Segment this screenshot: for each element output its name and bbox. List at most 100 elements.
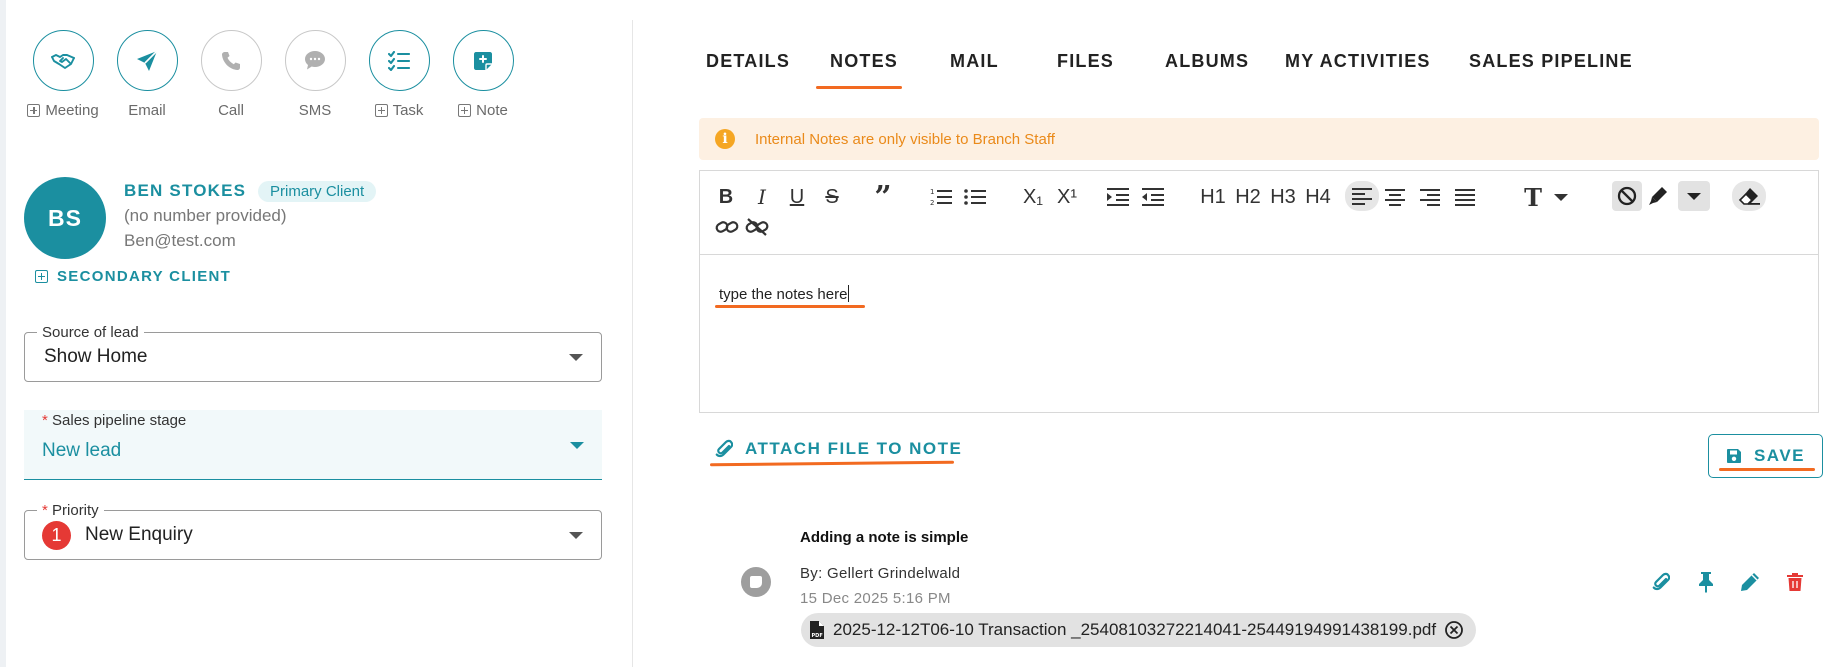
note-button[interactable] [452,30,514,91]
action-note[interactable]: Note [438,30,528,119]
editor-toolbar: B I U S ” 12 X₁ X¹ H1 H2 H3 H4 T [700,171,1818,255]
note-text: type the notes here [719,286,848,303]
source-of-lead-select[interactable]: Source of lead Show Home [24,324,602,382]
strike-glyph: S [825,185,839,208]
chevron-down-icon [1554,193,1568,201]
bold-glyph: B [718,185,734,208]
tab-mail[interactable]: MAIL [950,51,999,72]
heading-3-button[interactable]: H3 [1269,185,1297,209]
note-add-icon [474,51,492,70]
client-name[interactable]: BEN STOKES [124,181,246,201]
align-right-button[interactable] [1418,185,1442,209]
text-style-button[interactable]: T [1521,183,1545,212]
h3-glyph: H3 [1270,185,1296,208]
sms-button[interactable] [284,30,346,91]
note-edit-button[interactable] [1736,568,1764,596]
priority-select[interactable]: * Priority 1 New Enquiry [24,502,602,560]
highlight-button[interactable] [1645,183,1671,209]
app-root: Meeting Email Call SMS Task Note BS BEN … [0,0,1843,667]
heading-2-button[interactable]: H2 [1234,185,1262,209]
action-email[interactable]: Email [102,30,192,119]
note-author: By: Gellert Grindelwald [800,565,961,582]
tab-my-activities[interactable]: MY ACTIVITIES [1285,51,1431,72]
secondary-client-label: SECONDARY CLIENT [57,268,232,285]
superscript-button[interactable]: X¹ [1054,185,1080,209]
tab-sales-pipeline[interactable]: SALES PIPELINE [1469,51,1633,72]
plus-box-icon [35,270,48,283]
primary-client-badge: Primary Client [258,181,377,202]
align-justify-icon [1455,189,1475,206]
insert-link-button[interactable] [714,215,740,239]
pencil-icon [1741,573,1759,591]
action-meeting[interactable]: Meeting [18,30,108,119]
bullet-list-icon [964,189,986,205]
note-text-area[interactable]: type the notes here [719,285,850,303]
note-attachment-chip[interactable]: PDF 2025-12-12T06-10 Transaction _254081… [801,613,1477,647]
indent-icon [1107,188,1129,206]
blockquote-button[interactable]: ” [871,180,895,215]
dropdown-caret-icon [569,354,583,361]
subscript-button[interactable]: X₁ [1020,185,1046,209]
quote-icon: ” [874,179,892,215]
annotation-underline [709,460,955,467]
trash-icon [1787,573,1803,591]
bullet-list-button[interactable] [963,185,987,209]
indent-button[interactable] [1106,185,1130,209]
align-justify-button[interactable] [1453,185,1477,209]
phone-icon [222,51,240,70]
source-of-lead-label: Source of lead [37,324,144,341]
save-icon [1726,449,1741,463]
marker-icon [1649,187,1667,205]
note-pin-button[interactable] [1692,568,1720,596]
tab-albums[interactable]: ALBUMS [1165,51,1249,72]
ordered-list-icon: 12 [930,188,952,207]
remove-link-button[interactable] [744,215,770,239]
align-left-button[interactable] [1345,181,1379,211]
attach-file-button[interactable]: ATTACH FILE TO NOTE [715,439,962,459]
underline-button[interactable]: U [786,185,808,209]
strikethrough-button[interactable]: S [821,185,843,209]
plus-box-icon [27,104,41,117]
eraser-icon [1738,188,1760,205]
align-center-button[interactable] [1383,185,1407,209]
bold-button[interactable]: B [715,185,737,209]
ordered-list-button[interactable]: 12 [929,185,953,209]
align-left-icon [1352,188,1372,205]
note-icon [741,567,771,597]
client-phone: (no number provided) [124,206,287,225]
underline-glyph: U [789,185,805,208]
action-task[interactable]: Task [354,30,444,119]
tab-details[interactable]: DETAILS [706,51,790,72]
block-icon [1617,186,1637,206]
heading-1-button[interactable]: H1 [1199,185,1227,209]
add-secondary-client-button[interactable]: SECONDARY CLIENT [35,268,231,285]
notes-panel: DETAILS NOTES MAIL FILES ALBUMS MY ACTIV… [633,0,1843,667]
action-label: Call [218,102,244,119]
paperclip-icon [1652,572,1670,591]
note-editor: B I U S ” 12 X₁ X¹ H1 H2 H3 H4 T type th… [699,170,1819,413]
superscript-glyph: X¹ [1057,185,1077,208]
save-button[interactable]: SAVE [1708,434,1823,478]
sales-pipeline-stage-select[interactable]: * Sales pipeline stage New lead [24,410,602,480]
note-attach-button[interactable] [1647,568,1675,596]
client-panel: Meeting Email Call SMS Task Note BS BEN … [6,0,634,667]
remove-attachment-icon[interactable] [1444,620,1464,640]
meeting-button[interactable] [32,30,94,91]
active-tab-indicator [816,86,902,89]
note-delete-button[interactable] [1781,568,1809,596]
plus-box-icon [458,104,472,117]
task-button[interactable] [368,30,430,91]
email-button[interactable] [116,30,178,91]
action-call[interactable]: Call [186,30,276,119]
tab-notes[interactable]: NOTES [830,51,898,72]
tab-files[interactable]: FILES [1057,51,1114,72]
outdent-button[interactable] [1141,185,1165,209]
clear-color-button[interactable] [1612,181,1642,211]
italic-button[interactable]: I [751,185,773,209]
clear-format-button[interactable] [1732,181,1766,211]
action-sms[interactable]: SMS [270,30,360,119]
call-button[interactable] [200,30,262,91]
text-style-dropdown[interactable] [1551,185,1571,209]
heading-4-button[interactable]: H4 [1304,185,1332,209]
highlight-dropdown[interactable] [1678,181,1710,211]
